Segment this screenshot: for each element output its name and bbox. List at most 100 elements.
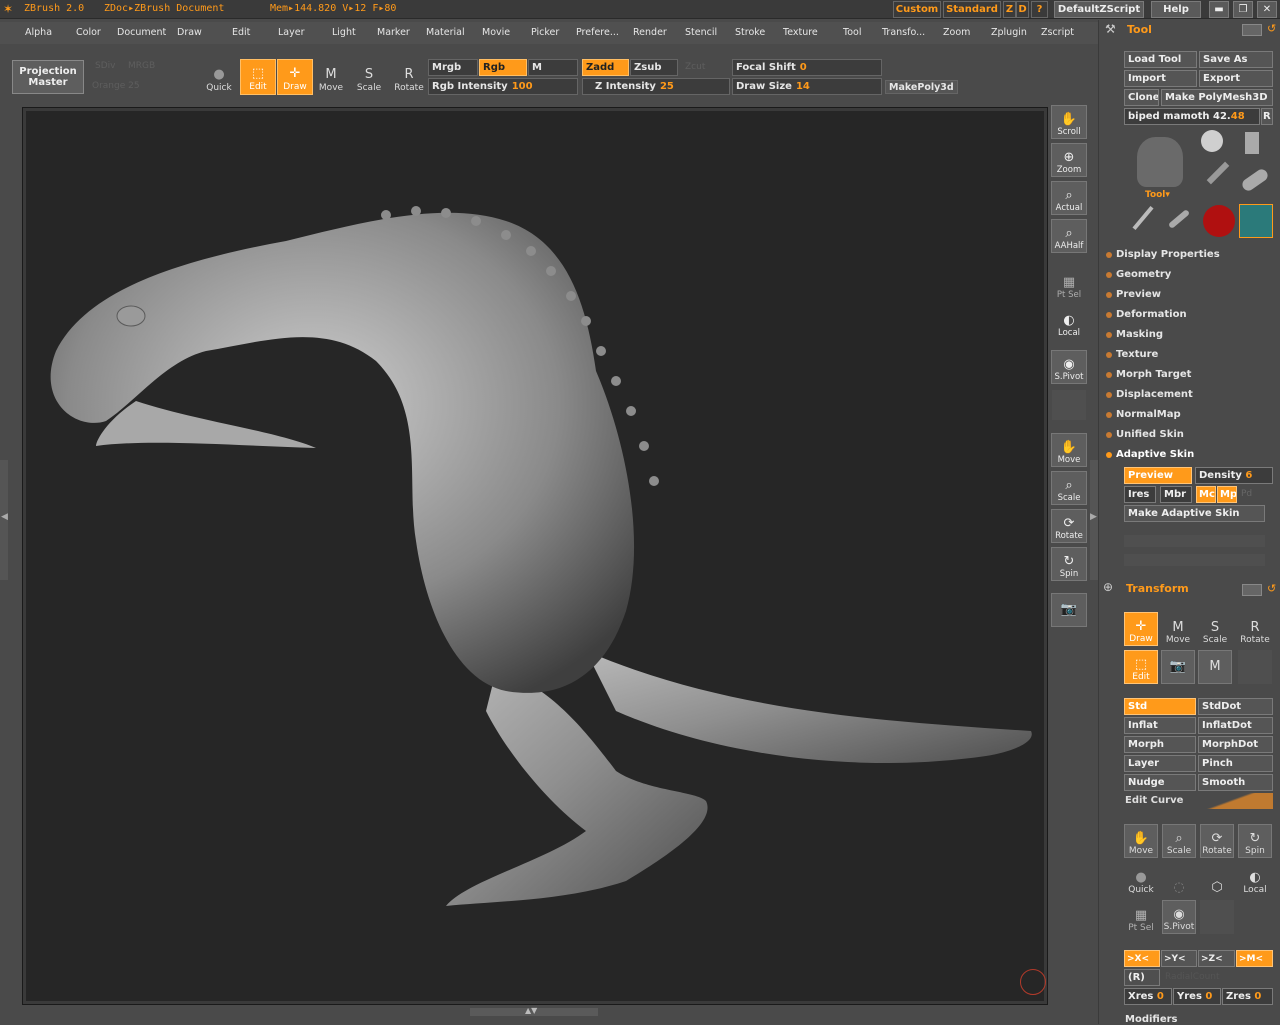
menu-material[interactable]: Material: [426, 27, 465, 38]
scale-view-button[interactable]: ⌕ Scale: [1051, 471, 1087, 505]
make-polymesh-button[interactable]: Make PolyMesh3D: [1161, 89, 1273, 106]
xres-slider[interactable]: Xres 0: [1124, 988, 1172, 1005]
edit-button[interactable]: ⬚ Edit: [240, 59, 276, 95]
symmetry-x-button[interactable]: >X<: [1124, 950, 1160, 967]
draw-size-slider[interactable]: Draw Size 14: [732, 78, 882, 95]
panel-s-pivot-button[interactable]: ◉ S.Pivot: [1162, 900, 1196, 934]
transform-scale-button[interactable]: S Scale: [1198, 612, 1232, 646]
brush-stddot[interactable]: StdDot: [1198, 698, 1273, 715]
export-button[interactable]: Export: [1199, 70, 1273, 87]
minimize-icon[interactable]: ▬: [1209, 1, 1229, 18]
quick-button[interactable]: ● Quick: [201, 59, 237, 95]
m-button[interactable]: M: [528, 59, 578, 76]
nav-scale-button[interactable]: ⌕ Scale: [1162, 824, 1196, 858]
transform-edit-button[interactable]: ⬚ Edit: [1124, 650, 1158, 684]
panel-quick-button[interactable]: ● Quick: [1124, 862, 1158, 896]
radial-count-slider[interactable]: RadialCount: [1165, 972, 1220, 982]
rotate-button[interactable]: R Rotate: [391, 59, 427, 95]
standard-button[interactable]: Standard: [943, 1, 1001, 18]
menu-alpha[interactable]: Alpha: [25, 27, 52, 38]
draw-button[interactable]: ✛ Draw: [277, 59, 313, 95]
cylinder-tool-icon[interactable]: [1240, 167, 1270, 193]
nav-move-button[interactable]: ✋ Move: [1124, 824, 1158, 858]
section-display-properties[interactable]: Display Properties: [1106, 249, 1220, 260]
section-unified-skin[interactable]: Unified Skin: [1106, 429, 1184, 440]
section-adaptive-skin[interactable]: Adaptive Skin: [1106, 449, 1194, 460]
tool-r-button[interactable]: R: [1261, 108, 1273, 125]
menu-tool[interactable]: Tool: [843, 27, 861, 38]
zadd-button[interactable]: Zadd: [582, 59, 629, 76]
scroll-button[interactable]: ✋ Scroll: [1051, 105, 1087, 139]
brush-smooth[interactable]: Smooth: [1198, 774, 1273, 791]
menu-picker[interactable]: Picker: [531, 27, 559, 38]
rotate-view-button[interactable]: ⟳ Rotate: [1051, 509, 1087, 543]
help-button[interactable]: Help: [1151, 1, 1201, 18]
z-intensity-slider[interactable]: Z Intensity 25: [582, 78, 730, 95]
brush-nudge[interactable]: Nudge: [1124, 774, 1196, 791]
panel-pt-sel-button[interactable]: ▦ Pt Sel: [1124, 900, 1158, 934]
menu-document[interactable]: Document: [117, 27, 166, 38]
menu-light[interactable]: Light: [332, 27, 356, 38]
red-sphere-tool-icon[interactable]: [1203, 205, 1235, 237]
symmetry-z-button[interactable]: >Z<: [1198, 950, 1235, 967]
ires-slider[interactable]: Ires: [1124, 486, 1156, 503]
zoom-button[interactable]: ⊕ Zoom: [1051, 143, 1087, 177]
menu-edit[interactable]: Edit: [232, 27, 250, 38]
brush-layer[interactable]: Layer: [1124, 755, 1196, 772]
panel-local-button[interactable]: ◐ Local: [1238, 862, 1272, 896]
brush-inflatdot[interactable]: InflatDot: [1198, 717, 1273, 734]
section-displacement[interactable]: Displacement: [1106, 389, 1193, 400]
make-adaptive-skin-button[interactable]: Make Adaptive Skin: [1124, 505, 1265, 522]
makepoly3d-button[interactable]: MakePoly3d: [885, 80, 958, 94]
load-tool-button[interactable]: Load Tool: [1124, 51, 1197, 68]
zsub-button[interactable]: Zsub: [630, 59, 678, 76]
symmetry-m-button[interactable]: >M<: [1236, 950, 1273, 967]
custom-button[interactable]: Custom: [893, 1, 941, 18]
local-button[interactable]: ◐ Local: [1051, 305, 1087, 339]
pt-sel-button[interactable]: ▦ Pt Sel: [1051, 267, 1087, 301]
brush-std[interactable]: Std: [1124, 698, 1196, 715]
zres-slider[interactable]: Zres 0: [1222, 988, 1273, 1005]
transform-rotate-button[interactable]: R Rotate: [1238, 612, 1272, 646]
stroke-tool-icon[interactable]: [1167, 208, 1191, 230]
projection-master-button[interactable]: Projection Master: [12, 60, 84, 94]
section-morph-target[interactable]: Morph Target: [1106, 369, 1191, 380]
move-button[interactable]: M Move: [313, 59, 349, 95]
section-geometry[interactable]: Geometry: [1106, 269, 1171, 280]
menu-draw[interactable]: Draw: [177, 27, 202, 38]
menu-render[interactable]: Render: [633, 27, 667, 38]
actual-button[interactable]: ⌕ Actual: [1051, 181, 1087, 215]
import-button[interactable]: Import: [1124, 70, 1197, 87]
edit-curve-preview[interactable]: [1195, 793, 1273, 809]
menu-stencil[interactable]: Stencil: [685, 27, 717, 38]
section-masking[interactable]: Masking: [1106, 329, 1163, 340]
snapshot-button[interactable]: 📷: [1051, 593, 1087, 627]
rgb-intensity-slider[interactable]: Rgb Intensity 100: [428, 78, 578, 95]
section-texture[interactable]: Texture: [1106, 349, 1158, 360]
defaultzscript-button[interactable]: DefaultZScript: [1054, 1, 1144, 18]
pd-button[interactable]: Pd: [1241, 489, 1252, 499]
tool-palette-title[interactable]: Tool: [1127, 23, 1152, 36]
menu-transform[interactable]: Transfo...: [882, 27, 925, 38]
palette-collapse-icon[interactable]: [1242, 24, 1262, 36]
nav-spin-button[interactable]: ↻ Spin: [1238, 824, 1272, 858]
transform-reset-icon[interactable]: ↺: [1267, 582, 1276, 595]
transform-move-button[interactable]: M Move: [1161, 612, 1195, 646]
canvas-navigation-circle-icon[interactable]: [1020, 969, 1046, 995]
yres-slider[interactable]: Yres 0: [1173, 988, 1221, 1005]
sphere3d-tool-icon[interactable]: [1201, 130, 1223, 152]
spin-button[interactable]: ↻ Spin: [1051, 547, 1087, 581]
symmetry-r-button[interactable]: (R): [1124, 969, 1160, 986]
menu-movie[interactable]: Movie: [482, 27, 510, 38]
nav-rotate-button[interactable]: ⟳ Rotate: [1200, 824, 1234, 858]
section-normalmap[interactable]: NormalMap: [1106, 409, 1181, 420]
current-tool-thumbnail[interactable]: [1137, 137, 1183, 187]
transform-palette-title[interactable]: Transform: [1126, 582, 1189, 595]
clone-button[interactable]: Clone: [1124, 89, 1159, 106]
adaptive-preview-button[interactable]: Preview: [1124, 467, 1192, 484]
tool-selector-label[interactable]: Tool▾: [1145, 190, 1170, 200]
palette-reset-icon[interactable]: ↺: [1267, 22, 1276, 35]
mbr-slider[interactable]: Mbr: [1160, 486, 1192, 503]
help-question-button[interactable]: ?: [1031, 1, 1048, 18]
close-icon[interactable]: ✕: [1257, 1, 1277, 18]
